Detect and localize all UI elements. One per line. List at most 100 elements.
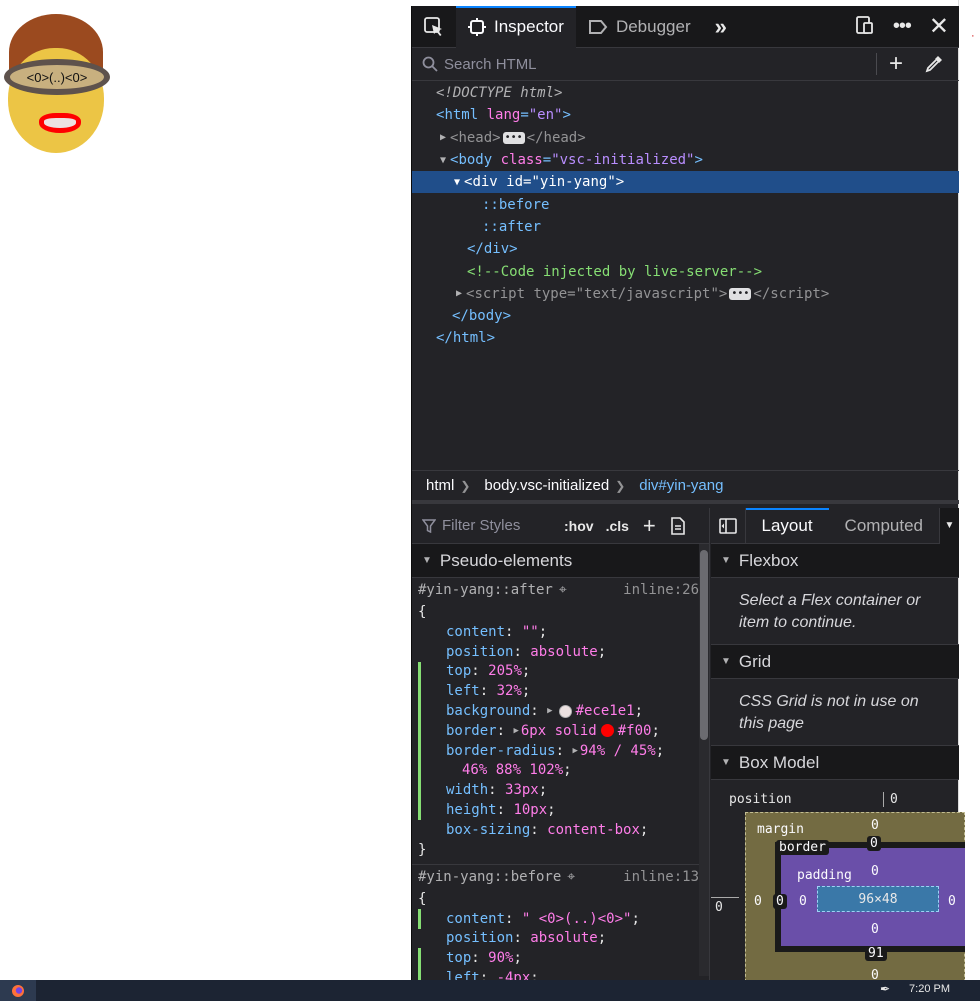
declaration-property[interactable]: border — [446, 723, 497, 739]
declaration-value[interactable]: 6px solid — [521, 723, 597, 739]
declaration[interactable]: border: ▶ 6px solid #f00; — [412, 720, 709, 741]
declaration[interactable]: box-sizing: content-box; — [412, 820, 709, 840]
div-close-node[interactable]: </div > — [412, 238, 959, 260]
declaration-value[interactable]: 33px — [505, 782, 539, 798]
declaration[interactable]: top: 90%; — [412, 948, 709, 968]
declaration[interactable]: content: " <0>(..)<0>"; — [412, 908, 709, 929]
comment-node[interactable]: <!--Code injected by live-server--> — [412, 260, 959, 282]
declaration-property[interactable]: position — [446, 644, 513, 660]
breadcrumb-html[interactable]: html — [412, 477, 460, 494]
expand-triangle-icon[interactable]: ▶ — [547, 706, 552, 716]
expand-triangle-icon[interactable]: ▶ — [436, 132, 450, 143]
tab-computed[interactable]: Computed — [829, 508, 939, 544]
scrollbar-thumb[interactable] — [700, 550, 708, 740]
more-tools-button[interactable]: » — [703, 6, 739, 48]
body-node[interactable]: ▼ < body class = "vsc-initialized" > — [412, 149, 959, 171]
collapse-triangle-icon[interactable]: ▼ — [436, 155, 450, 166]
declaration[interactable]: left: -4px; — [412, 968, 709, 980]
grid-header[interactable]: ▼ Grid — [711, 645, 959, 679]
color-swatch[interactable] — [558, 704, 572, 718]
before-rule-selector[interactable]: #yin-yang::before — [418, 869, 561, 885]
breadcrumb-div[interactable]: div#yin-yang — [625, 477, 729, 494]
collapsed-ellipsis[interactable]: ••• — [502, 131, 525, 144]
declaration-property[interactable]: left — [446, 970, 480, 980]
padding-left-value[interactable]: 0 — [799, 894, 807, 909]
element-picker-button[interactable] — [412, 6, 456, 48]
declaration-value[interactable]: "" — [522, 624, 539, 640]
declaration-value[interactable]: content-box — [547, 822, 640, 838]
eyedropper-icon[interactable] — [915, 55, 953, 73]
declaration-value[interactable]: " <0>(..)<0>" — [522, 911, 632, 927]
border-left-value[interactable]: 0 — [773, 894, 787, 909]
print-simulation-icon[interactable] — [670, 516, 686, 535]
before-rule-source[interactable]: inline:13 — [623, 869, 699, 885]
declaration-value[interactable]: 32% — [497, 683, 522, 699]
box-model-header[interactable]: ▼ Box Model — [711, 746, 959, 780]
declaration-value[interactable]: 46% 88% 102% — [462, 762, 563, 778]
position-top-value[interactable]: 0 — [883, 792, 898, 807]
border-top-value[interactable]: 0 — [867, 836, 881, 851]
html-node[interactable]: < html lang = "en" > — [412, 104, 959, 126]
declaration-property[interactable]: box-sizing — [446, 822, 530, 838]
declaration-value[interactable]: -4px — [497, 970, 531, 980]
declaration-property[interactable]: border-radius — [446, 743, 556, 759]
tab-debugger[interactable]: Debugger — [576, 6, 703, 48]
hover-states-button[interactable]: :hov — [564, 518, 594, 534]
chevron-down-icon[interactable]: ▼ — [938, 507, 959, 544]
declaration-property[interactable]: height — [446, 802, 497, 818]
declaration-value[interactable]: #ece1e1 — [576, 703, 635, 719]
body-close-node[interactable]: </body > — [412, 305, 959, 327]
pen-icon[interactable]: ✒ — [880, 982, 890, 996]
toggle-sidebar-icon[interactable] — [711, 507, 746, 544]
add-rule-button[interactable]: + — [643, 513, 656, 539]
margin-top-value[interactable]: 0 — [871, 818, 879, 833]
content-box[interactable]: 96×48 — [817, 886, 939, 912]
search-html-input[interactable] — [444, 55, 864, 73]
declaration[interactable]: height: 10px; — [412, 800, 709, 820]
more-options-icon[interactable]: ••• — [893, 15, 912, 38]
expand-triangle-icon[interactable]: ▶ — [572, 746, 577, 756]
declaration-property[interactable]: position — [446, 930, 513, 946]
classes-button[interactable]: .cls — [606, 518, 629, 534]
collapse-triangle-icon[interactable]: ▼ — [450, 177, 464, 188]
before-pseudo-node[interactable]: ::before — [412, 193, 959, 215]
declaration-property[interactable]: width — [446, 782, 488, 798]
color-swatch[interactable] — [600, 724, 614, 738]
tab-layout[interactable]: Layout — [745, 507, 829, 544]
declaration-property[interactable]: content — [446, 911, 505, 927]
padding-bottom-value[interactable]: 0 — [871, 922, 879, 937]
firefox-icon[interactable] — [0, 980, 36, 1001]
head-node[interactable]: ▶ < head > ••• </head > — [412, 127, 959, 149]
declaration-value[interactable]: absolute — [530, 930, 597, 946]
padding-right-value[interactable]: 0 — [948, 894, 956, 909]
flexbox-header[interactable]: ▼ Flexbox — [711, 544, 959, 578]
close-icon[interactable]: ✕ — [929, 12, 949, 41]
crosshair-icon[interactable]: ⌖ — [559, 582, 567, 598]
declaration-value[interactable]: 94% / 45% — [580, 743, 656, 759]
tab-inspector[interactable]: Inspector — [456, 5, 576, 48]
border-bottom-value[interactable]: 91 — [865, 946, 887, 961]
declaration[interactable]: left: 32%; — [412, 681, 709, 701]
declaration[interactable]: content: ""; — [412, 622, 709, 642]
padding-top-value[interactable]: 0 — [871, 864, 879, 879]
responsive-mode-icon[interactable] — [855, 15, 875, 39]
after-rule-selector[interactable]: #yin-yang::after — [418, 582, 553, 598]
declaration[interactable]: position: absolute; — [412, 642, 709, 662]
declaration-value-color[interactable]: #f00 — [618, 723, 652, 739]
declaration-property[interactable]: top — [446, 950, 471, 966]
div-node-selected[interactable]: ▼ < div id = "yin-yang" > — [412, 171, 959, 194]
declaration[interactable]: 46% 88% 102%; — [412, 760, 709, 781]
declaration[interactable]: width: 33px; — [412, 780, 709, 800]
position-left-value[interactable]: 0 — [715, 900, 723, 915]
expand-triangle-icon[interactable]: ▶ — [513, 726, 518, 736]
after-rule-source[interactable]: inline:26 — [623, 582, 699, 598]
margin-left-value[interactable]: 0 — [754, 894, 762, 909]
expand-triangle-icon[interactable]: ▶ — [452, 288, 466, 299]
declaration-property[interactable]: content — [446, 624, 505, 640]
clock[interactable]: 7:20 PM — [909, 983, 950, 995]
declaration-value[interactable]: absolute — [530, 644, 597, 660]
rules-scrollbar[interactable] — [699, 544, 709, 976]
declaration-property[interactable]: left — [446, 683, 480, 699]
declaration[interactable]: top: 205%; — [412, 661, 709, 682]
pseudo-elements-header[interactable]: ▼ Pseudo-elements — [412, 544, 709, 578]
